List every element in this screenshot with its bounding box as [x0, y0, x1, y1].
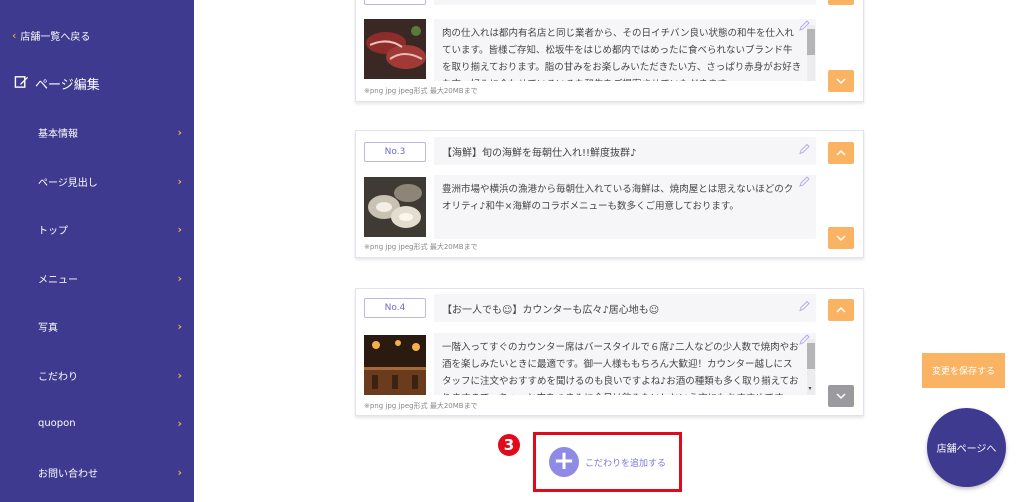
card-title: 【海鮮】旬の海鮮を毎朝仕入れ!!鮮度抜群♪ — [442, 147, 637, 159]
sidebar-item-menu[interactable]: メニュー › — [0, 268, 194, 288]
sidebar-item-label: お問い合わせ — [38, 468, 98, 480]
card-title-field[interactable]: 【お一人でも☺】カウンターも広々♪居心地も☺ — [434, 294, 816, 322]
upload-hint: ※png jpg jpeg形式 最大20MBまで — [364, 243, 478, 251]
move-down-button[interactable] — [828, 385, 854, 407]
chevron-right-icon: › — [177, 465, 182, 479]
card-number-label: No.4 — [364, 298, 426, 318]
card-number-label: No.3 — [364, 142, 426, 162]
scroll-down-arrow-icon[interactable]: ▾ — [806, 385, 814, 393]
move-down-button[interactable] — [828, 227, 854, 249]
kodawari-card: 肉の仕入れは都内有名店と同じ業者から、その日イチバン良い状態の和牛を仕入れていま… — [355, 0, 864, 102]
chevron-left-icon: ‹ — [12, 29, 17, 42]
chevron-right-icon: › — [177, 174, 182, 188]
chevron-right-icon: › — [177, 271, 182, 285]
move-up-button[interactable] — [828, 0, 854, 5]
app-root: ‹ 店舗一覧へ戻る ページ編集 基本情報 › ページ見出し › トップ › メニ… — [0, 0, 1024, 502]
move-down-button[interactable] — [828, 70, 854, 92]
add-kodawari-label: こだわりを追加する — [584, 458, 666, 469]
kodawari-card: No.3 【海鮮】旬の海鮮を毎朝仕入れ!!鮮度抜群♪ 豊洲市場や横浜の漁港から毎… — [355, 130, 864, 258]
card-description-field[interactable]: 豊洲市場や横浜の漁港から毎朝仕入れている海鮮は、焼肉屋とは思えないほどのクオリテ… — [434, 175, 816, 239]
sidebar-item-label: quopon — [38, 417, 76, 429]
sidebar-item-label: ページ見出し — [38, 177, 98, 189]
sidebar-item-top[interactable]: トップ › — [0, 219, 194, 239]
sidebar-item-label: 基本情報 — [38, 128, 78, 140]
move-up-button[interactable] — [828, 142, 854, 164]
card-title-field[interactable]: 【海鮮】旬の海鮮を毎朝仕入れ!!鮮度抜群♪ — [434, 137, 816, 165]
back-link-label: 店舗一覧へ戻る — [20, 32, 91, 43]
sidebar-item-label: 写真 — [38, 322, 58, 334]
chevron-right-icon: › — [177, 222, 182, 236]
page-edit-title: ページ編集 — [14, 74, 100, 93]
add-kodawari-button[interactable]: + こだわりを追加する — [533, 432, 682, 492]
sidebar: ‹ 店舗一覧へ戻る ページ編集 基本情報 › ページ見出し › トップ › メニ… — [0, 0, 194, 502]
page-edit-label: ページ編集 — [35, 78, 100, 93]
save-changes-button[interactable]: 変更を保存する — [922, 353, 1005, 388]
card-title-field[interactable] — [434, 0, 816, 5]
card-description: 一階入ってすぐのカウンター席はバースタイルで６席♪二人などの少人数で焼肉やお酒を… — [442, 342, 799, 395]
sidebar-item-label: メニュー — [38, 274, 78, 286]
sidebar-item-photos[interactable]: 写真 › — [0, 316, 194, 336]
scrollbar-thumb[interactable] — [807, 343, 815, 369]
card-image[interactable] — [364, 177, 426, 237]
sidebar-item-basic-info[interactable]: 基本情報 › — [0, 122, 194, 142]
pencil-icon[interactable] — [798, 300, 810, 316]
card-title: 【お一人でも☺】カウンターも広々♪居心地も☺ — [442, 304, 660, 316]
chevron-right-icon: › — [177, 416, 182, 430]
card-description-field[interactable]: 一階入ってすぐのカウンター席はバースタイルで６席♪二人などの少人数で焼肉やお酒を… — [434, 333, 816, 395]
scrollbar[interactable]: ▾ — [807, 339, 815, 395]
back-to-store-list-link[interactable]: ‹ 店舗一覧へ戻る — [12, 28, 90, 43]
edit-icon — [14, 74, 29, 93]
kodawari-card: No.4 【お一人でも☺】カウンターも広々♪居心地も☺ 一階入ってすぐのカウンタ… — [355, 288, 864, 416]
card-image[interactable] — [364, 19, 426, 79]
chevron-right-icon: › — [177, 319, 182, 333]
upload-hint: ※png jpg jpeg形式 最大20MBまで — [364, 402, 478, 410]
chevron-right-icon: › — [177, 125, 182, 139]
sidebar-item-page-heading[interactable]: ページ見出し › — [0, 171, 194, 191]
pencil-icon[interactable] — [798, 143, 810, 159]
sidebar-item-contact[interactable]: お問い合わせ › — [0, 462, 194, 482]
card-image[interactable] — [364, 335, 426, 395]
sidebar-item-label: トップ — [38, 225, 68, 237]
plus-icon: + — [548, 447, 579, 477]
move-up-button[interactable] — [828, 299, 854, 321]
card-description: 肉の仕入れは都内有名店と同じ業者から、その日イチバン良い状態の和牛を仕入れていま… — [442, 28, 802, 81]
card-number-field — [364, 0, 426, 5]
scrollbar[interactable] — [807, 25, 815, 81]
card-description-field[interactable]: 肉の仕入れは都内有名店と同じ業者から、その日イチバン良い状態の和牛を仕入れていま… — [434, 19, 816, 81]
chevron-right-icon: › — [177, 368, 182, 382]
upload-hint: ※png jpg jpeg形式 最大20MBまで — [364, 87, 478, 95]
step-number-badge: 3 — [498, 434, 520, 456]
go-to-store-page-button[interactable]: 店舗ページへ — [927, 408, 1006, 487]
sidebar-item-label: こだわり — [38, 371, 78, 383]
scrollbar-thumb[interactable] — [807, 29, 815, 55]
pencil-icon[interactable] — [798, 176, 810, 194]
card-description: 豊洲市場や横浜の漁港から毎朝仕入れている海鮮は、焼肉屋とは思えないほどのクオリテ… — [442, 184, 794, 212]
sidebar-item-quopon[interactable]: quopon › — [0, 413, 194, 433]
sidebar-item-kodawari[interactable]: こだわり › — [0, 365, 194, 385]
